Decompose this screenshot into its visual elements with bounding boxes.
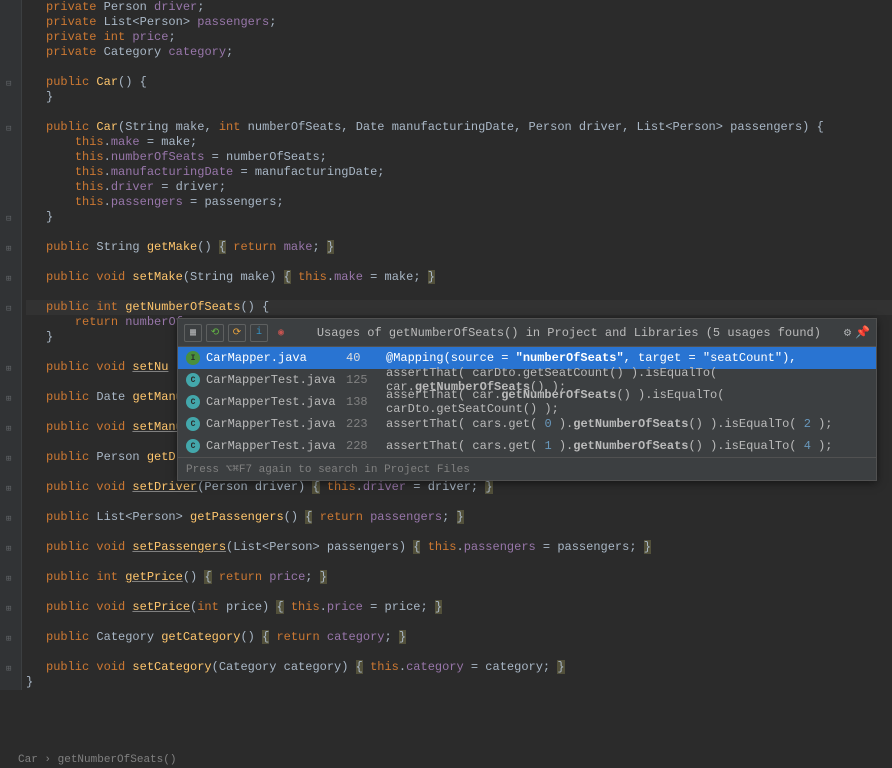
usage-file-name: CarMapperTest.java (206, 395, 346, 409)
class-file-icon: C (186, 373, 200, 387)
code-line[interactable]: public int getPrice() { return price; } (26, 570, 892, 585)
fold-expand-icon[interactable]: ⊞ (6, 452, 16, 462)
code-line[interactable]: public String getMake() { return make; } (26, 240, 892, 255)
usage-file-name: CarMapperTest.java (206, 439, 346, 453)
fold-expand-icon[interactable]: ⊞ (6, 602, 16, 612)
fold-expand-icon[interactable]: ⊞ (6, 512, 16, 522)
fold-expand-icon[interactable]: ⊞ (6, 542, 16, 552)
usage-line-number: 40 (346, 351, 386, 365)
fold-expand-icon[interactable]: ⊞ (6, 422, 16, 432)
fold-expand-icon[interactable]: ⊞ (6, 242, 16, 252)
fold-expand-icon[interactable]: ⊞ (6, 482, 16, 492)
find-usages-popup: ▦ ⟲ ⟳ i ◉ Usages of getNumberOfSeats() i… (177, 318, 877, 481)
class-file-icon: C (186, 417, 200, 431)
info-icon[interactable]: i (250, 324, 268, 342)
usage-file-name: CarMapperTest.java (206, 373, 346, 387)
prev-occurrence-icon[interactable]: ⟲ (206, 324, 224, 342)
usage-line-number: 228 (346, 439, 386, 453)
code-line[interactable]: private List<Person> passengers; (26, 15, 892, 30)
fold-expand-icon[interactable]: ⊞ (6, 392, 16, 402)
code-line[interactable]: this.make = make; (26, 135, 892, 150)
settings-icon[interactable]: ⚙ (844, 325, 851, 340)
code-line[interactable] (26, 555, 892, 570)
code-line[interactable]: } (26, 210, 892, 225)
code-line[interactable] (26, 105, 892, 120)
usage-line-number: 125 (346, 373, 386, 387)
code-line[interactable]: } (26, 675, 892, 690)
usage-line-number: 223 (346, 417, 386, 431)
usage-row[interactable]: C CarMapperTest.java228assertThat( cars.g… (178, 435, 876, 457)
code-line[interactable] (26, 225, 892, 240)
editor-gutter: ⊟ ⊟ ⊟ ⊞ ⊞ ⊟ ⊞ ⊞ ⊞ ⊞ ⊞ ⊞ ⊞ ⊞ ⊞ ⊞ ⊞ (0, 0, 22, 690)
usage-code-text: assertThat( car.getNumberOfSeats() ).isE… (386, 388, 868, 416)
code-line[interactable]: public Category getCategory() { return c… (26, 630, 892, 645)
fold-expand-icon[interactable]: ⊞ (6, 362, 16, 372)
code-line[interactable] (26, 645, 892, 660)
fold-expand-icon[interactable]: ⊞ (6, 272, 16, 282)
interface-file-icon: I (186, 351, 200, 365)
usage-file-name: CarMapperTest.java (206, 417, 346, 431)
code-line[interactable] (26, 285, 892, 300)
code-line[interactable]: public void setDriver(Person driver) { t… (26, 480, 892, 495)
code-line[interactable]: this.passengers = passengers; (26, 195, 892, 210)
code-line[interactable]: private int price; (26, 30, 892, 45)
code-line[interactable]: public void setPrice(int price) { this.p… (26, 600, 892, 615)
code-line[interactable]: this.manufacturingDate = manufacturingDa… (26, 165, 892, 180)
usage-code-text: assertThat( cars.get( 1 ).getNumberOfSea… (386, 439, 868, 453)
class-file-icon: C (186, 395, 200, 409)
fold-collapse-icon[interactable]: ⊟ (6, 122, 16, 132)
usage-code-text: @Mapping(source = "numberOfSeats", targe… (386, 351, 868, 365)
next-occurrence-icon[interactable]: ⟳ (228, 324, 246, 342)
code-line[interactable] (26, 585, 892, 600)
scope-icon[interactable]: ◉ (272, 324, 290, 342)
usage-file-name: CarMapper.java (206, 351, 346, 365)
popup-toolbar: ▦ ⟲ ⟳ i ◉ Usages of getNumberOfSeats() i… (178, 319, 876, 347)
code-line[interactable]: this.driver = driver; (26, 180, 892, 195)
code-line[interactable] (26, 525, 892, 540)
usage-row[interactable]: C CarMapperTest.java138assertThat( car.ge… (178, 391, 876, 413)
breadcrumb-class[interactable]: Car (18, 754, 38, 766)
fold-collapse-icon[interactable]: ⊟ (6, 212, 16, 222)
fold-expand-icon[interactable]: ⊞ (6, 632, 16, 642)
breadcrumb[interactable]: Car › getNumberOfSeats() (18, 754, 176, 766)
code-line[interactable]: public void setMake(String make) { this.… (26, 270, 892, 285)
code-line[interactable]: public Car(String make, int numberOfSeat… (26, 120, 892, 135)
usage-code-text: assertThat( cars.get( 0 ).getNumberOfSea… (386, 417, 868, 431)
class-file-icon: C (186, 439, 200, 453)
code-line[interactable]: } (26, 90, 892, 105)
code-line[interactable]: private Category category; (26, 45, 892, 60)
pin-icon[interactable]: 📌 (855, 325, 870, 340)
code-line[interactable]: this.numberOfSeats = numberOfSeats; (26, 150, 892, 165)
expand-all-icon[interactable]: ▦ (184, 324, 202, 342)
fold-collapse-icon[interactable]: ⊟ (6, 302, 16, 312)
code-line[interactable]: public int getNumberOfSeats() { (26, 300, 892, 315)
code-line[interactable] (26, 60, 892, 75)
fold-collapse-icon[interactable]: ⊟ (6, 77, 16, 87)
code-line[interactable]: public Car() { (26, 75, 892, 90)
breadcrumb-method[interactable]: getNumberOfSeats() (58, 754, 177, 766)
fold-expand-icon[interactable]: ⊞ (6, 572, 16, 582)
fold-expand-icon[interactable]: ⊞ (6, 662, 16, 672)
code-line[interactable] (26, 495, 892, 510)
code-line[interactable]: public void setPassengers(List<Person> p… (26, 540, 892, 555)
usage-line-number: 138 (346, 395, 386, 409)
usage-row[interactable]: C CarMapperTest.java223assertThat( cars.g… (178, 413, 876, 435)
popup-footer-hint: Press ⌥⌘F7 again to search in Project Fi… (178, 457, 876, 480)
code-line[interactable] (26, 615, 892, 630)
code-line[interactable] (26, 255, 892, 270)
breadcrumb-separator: › (44, 754, 57, 766)
popup-title: Usages of getNumberOfSeats() in Project … (294, 326, 844, 340)
code-line[interactable]: public void setCategory(Category categor… (26, 660, 892, 675)
code-line[interactable]: public List<Person> getPassengers() { re… (26, 510, 892, 525)
code-line[interactable]: private Person driver; (26, 0, 892, 15)
